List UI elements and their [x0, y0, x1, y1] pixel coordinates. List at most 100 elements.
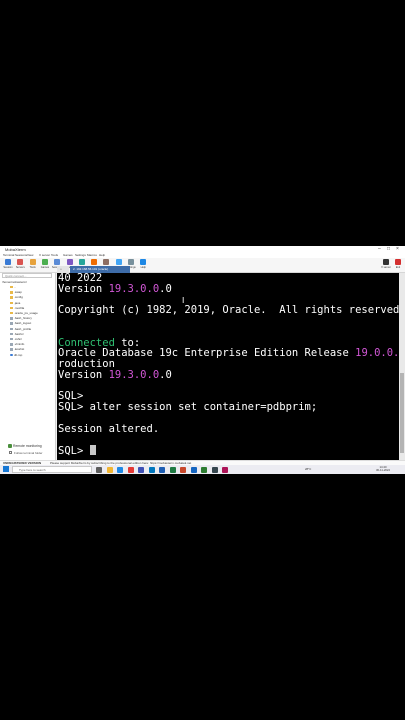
powerpoint-icon[interactable]: [180, 466, 186, 473]
folder-icon: [10, 306, 13, 310]
file-icon: [10, 337, 13, 341]
file-tree-item[interactable]: .viminfo: [10, 342, 24, 346]
packages-icon: [115, 259, 122, 265]
exit-icon: [395, 259, 401, 265]
photos-icon[interactable]: [222, 466, 228, 473]
file-icon: [10, 317, 13, 320]
taskbar-search-input[interactable]: Type here to search: [12, 466, 92, 473]
mobaxterm-icon[interactable]: [201, 466, 207, 473]
terminal-text: Session altered.: [58, 422, 160, 435]
obs-icon[interactable]: [211, 466, 218, 473]
remote-monitoring-icon: [8, 444, 12, 448]
file-icon: [10, 327, 13, 331]
file-tree-item-label: .cshrc: [14, 337, 23, 341]
title-bar: MobaXterm – □ ×: [0, 246, 405, 253]
word-icon[interactable]: [159, 466, 165, 473]
file-tree-item[interactable]: ..: [10, 285, 16, 289]
chrome-icon[interactable]: [127, 466, 134, 473]
excel-icon[interactable]: [169, 466, 176, 473]
session-icon: [5, 259, 11, 265]
close-icon[interactable]: ×: [396, 246, 399, 253]
file-tree-item[interactable]: .mozilla: [10, 306, 24, 310]
file-icon: [10, 322, 13, 325]
file-tree-item-label: .java: [14, 300, 21, 305]
database-file-icon: [10, 353, 13, 357]
terminal-text: Version: [58, 282, 109, 295]
edge-icon[interactable]: [117, 466, 123, 473]
store-icon[interactable]: [138, 466, 144, 473]
terminal-line: Version 19.3.0.0.0: [58, 368, 399, 381]
folder-icon: [10, 301, 13, 305]
windows-start-icon[interactable]: [3, 466, 9, 472]
file-tree-item[interactable]: .swap: [10, 290, 22, 294]
remote-monitoring-button[interactable]: Remote monitoring: [13, 444, 42, 448]
file-explorer-icon[interactable]: [106, 466, 113, 473]
file-tree-item[interactable]: .config: [10, 295, 23, 299]
terminal-line: Copyright (c) 1982, 2019, Oracle. All ri…: [58, 305, 399, 316]
file-tree-item-label: .oracle_jre_usage: [14, 311, 38, 315]
folder-icon: [10, 296, 13, 299]
terminal-line: Session altered.: [58, 422, 399, 435]
servers-icon: [17, 259, 24, 265]
tab-home[interactable]: ⌂: [57, 266, 69, 273]
terminal-line: SQL> alter session set container=pdbprim…: [58, 402, 399, 413]
quick-connect-input[interactable]: Quick connect...: [2, 273, 52, 278]
terminal-line: SQL>: [58, 445, 399, 456]
file-tree-item-label: .swap: [14, 290, 22, 295]
file-tree-item[interactable]: .oracle_jre_usage: [10, 311, 38, 315]
file-tree-item-label: ..: [14, 285, 16, 289]
file-tree-item[interactable]: .java: [10, 301, 20, 305]
tunneling-icon: [103, 259, 110, 265]
task-view-icon[interactable]: [96, 466, 102, 473]
terminal-scrollbar[interactable]: [399, 273, 405, 460]
sidebar-path: /home/mobaxterm/: [2, 280, 28, 284]
minimize-icon[interactable]: –: [378, 246, 381, 253]
sessions-icon: [54, 259, 61, 265]
settings-icon: [128, 259, 134, 265]
tab-bar: ⌂ 2. 192.168.56.101 (oracle): [57, 266, 405, 273]
terminal-text: 19.3.0.0: [108, 282, 160, 295]
file-tree-item-label: .mozilla: [14, 305, 25, 310]
x-server-icon: [383, 259, 389, 265]
file-tree-item[interactable]: db.rsp: [10, 353, 22, 357]
file-tree-item-label: .config: [14, 295, 23, 300]
text-cursor-icon: I: [182, 296, 185, 305]
file-tree-item[interactable]: .bash_profile: [10, 327, 31, 331]
scrollbar-thumb[interactable]: [400, 373, 404, 453]
file-tree-item-label: .bashrc: [14, 331, 24, 336]
file-tree-item[interactable]: .cshrc: [10, 337, 22, 341]
file-tree-item[interactable]: .bash_history: [10, 316, 32, 320]
folder-icon: [10, 285, 13, 289]
file-tree-item-label: .bash_profile: [14, 326, 32, 331]
file-icon: [10, 332, 13, 336]
windows-taskbar: Type here to search 28°C 14:40 30-11-202…: [0, 465, 405, 474]
file-tree-item-label: .bash_logout: [14, 321, 32, 326]
split-icon: [78, 259, 85, 265]
file-tree-item[interactable]: .bashrc: [10, 332, 24, 336]
terminal-text: .0: [159, 282, 172, 295]
terminal-text: SQL> alter session set container=pdbprim…: [58, 401, 318, 413]
maximize-icon[interactable]: □: [387, 246, 390, 253]
terminal-text: Copyright (c) 1982, 2019, Oracle. All ri…: [58, 304, 399, 317]
terminal-text: Version: [58, 368, 109, 381]
mail-icon[interactable]: [148, 466, 155, 473]
terminal-line: Version 19.3.0.0.0: [58, 282, 399, 295]
help-icon: [140, 259, 147, 265]
tab-ssh-session[interactable]: 2. 192.168.56.101 (oracle): [70, 266, 130, 273]
file-tree-item-label: .lesshst: [14, 347, 25, 352]
weather-label[interactable]: 28°C: [305, 467, 311, 471]
terminal-text: SQL>: [58, 445, 90, 457]
terminal-output[interactable]: 40 2022 Version 19.3.0.0.0 Copyright (c) 1…: [57, 273, 399, 460]
sftp-sidebar: Quick connect... /home/mobaxterm/ .. .swa…: [0, 273, 56, 460]
follow-terminal-checkbox[interactable]: [9, 451, 12, 454]
terminal-text: 19.0.0.0: [355, 347, 399, 360]
follow-terminal-label: Follow terminal folder: [14, 451, 43, 455]
file-tree-item[interactable]: .bash_logout: [10, 321, 31, 325]
tools-icon: [29, 259, 36, 265]
clock[interactable]: 14:40 30-11-2022: [372, 465, 394, 473]
virtualbox-icon[interactable]: [190, 466, 197, 473]
file-tree-item[interactable]: .lesshst: [10, 347, 24, 351]
terminal-cursor: [89, 445, 96, 455]
